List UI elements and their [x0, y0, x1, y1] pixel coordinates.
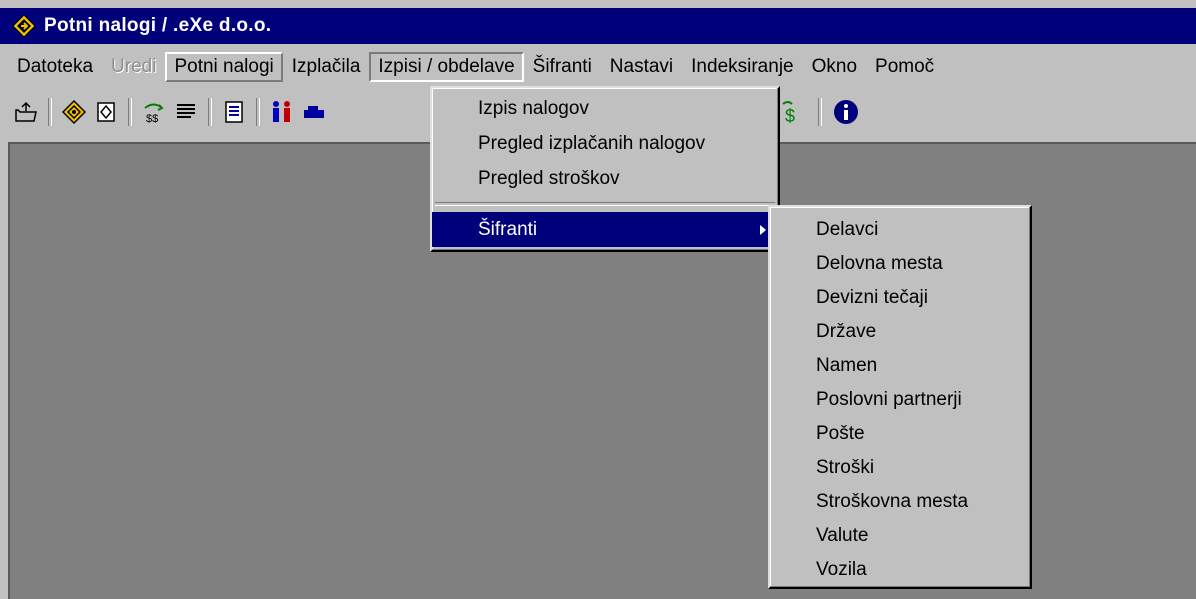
submenu-item-stroski[interactable]: Stroški [770, 451, 1030, 485]
submenu-arrow-icon [760, 225, 766, 235]
toolbar-separator [208, 98, 212, 126]
submenu-item-drzave[interactable]: Države [770, 315, 1030, 349]
svg-text:$: $ [785, 106, 795, 126]
menu-datoteka[interactable]: Datoteka [8, 52, 102, 82]
menu-bar: Datoteka Uredi Potni nalogi Izplačila Iz… [8, 50, 943, 84]
sifranti-submenu: Delavci Delovna mesta Devizni tečaji Drž… [768, 205, 1032, 589]
submenu-item-delovna-mesta[interactable]: Delovna mesta [770, 247, 1030, 281]
submenu-item-stroskovna-mesta[interactable]: Stroškovna mesta [770, 485, 1030, 519]
menu-indeksiranje[interactable]: Indeksiranje [682, 52, 802, 82]
menu-uredi[interactable]: Uredi [102, 52, 165, 82]
toolbar: $$ [12, 94, 332, 130]
open-folder-icon[interactable] [12, 98, 40, 126]
menu-item-label: Šifranti [478, 219, 538, 240]
menu-potni-nalogi[interactable]: Potni nalogi [165, 52, 283, 82]
menu-sifranti[interactable]: Šifranti [524, 52, 601, 82]
menu-item-pregled-izplacanih-nalogov[interactable]: Pregled izplačanih nalogov [432, 126, 778, 161]
menu-pomoc[interactable]: Pomoč [866, 52, 943, 82]
submenu-item-poslovni-partnerji[interactable]: Poslovni partnerji [770, 383, 1030, 417]
form-icon[interactable] [92, 98, 120, 126]
document-icon[interactable] [220, 98, 248, 126]
toolbar-separator [48, 98, 52, 126]
window-title: Potni nalogi / .eXe d.o.o. [44, 15, 272, 36]
application-window: Potni nalogi / .eXe d.o.o. Datoteka Ured… [0, 0, 1196, 599]
menu-nastavi[interactable]: Nastavi [601, 52, 682, 82]
submenu-item-vozila[interactable]: Vozila [770, 553, 1030, 587]
list-icon[interactable] [172, 98, 200, 126]
road-sign-icon[interactable] [60, 98, 88, 126]
submenu-item-poste[interactable]: Pošte [770, 417, 1030, 451]
izpisi-obdelave-menu: Izpis nalogov Pregled izplačanih nalogov… [430, 86, 780, 252]
app-diamond-icon[interactable] [12, 14, 36, 38]
title-bar[interactable]: Potni nalogi / .eXe d.o.o. [0, 8, 1196, 44]
car-icon[interactable] [300, 98, 328, 126]
toolbar-separator [256, 98, 260, 126]
svg-text:$$: $$ [146, 113, 158, 124]
currency-icon[interactable]: $ [778, 98, 806, 126]
menu-item-sifranti-submenu[interactable]: Šifranti [432, 212, 778, 247]
submenu-item-devizni-tecaji[interactable]: Devizni tečaji [770, 281, 1030, 315]
menu-item-pregled-stroskov[interactable]: Pregled stroškov [432, 161, 778, 196]
menu-item-izpis-nalogov[interactable]: Izpis nalogov [432, 91, 778, 126]
info-icon[interactable] [832, 98, 860, 126]
menu-izpisi-obdelave[interactable]: Izpisi / obdelave [369, 52, 524, 82]
submenu-item-delavci[interactable]: Delavci [770, 213, 1030, 247]
toolbar-separator [128, 98, 132, 126]
menu-separator [435, 202, 775, 206]
transfer-icon[interactable]: $$ [140, 98, 168, 126]
submenu-item-valute[interactable]: Valute [770, 519, 1030, 553]
submenu-item-namen[interactable]: Namen [770, 349, 1030, 383]
menu-izplacila[interactable]: Izplačila [283, 52, 370, 82]
people-icon[interactable] [268, 98, 296, 126]
toolbar-separator [818, 98, 822, 126]
menu-okno[interactable]: Okno [803, 52, 866, 82]
